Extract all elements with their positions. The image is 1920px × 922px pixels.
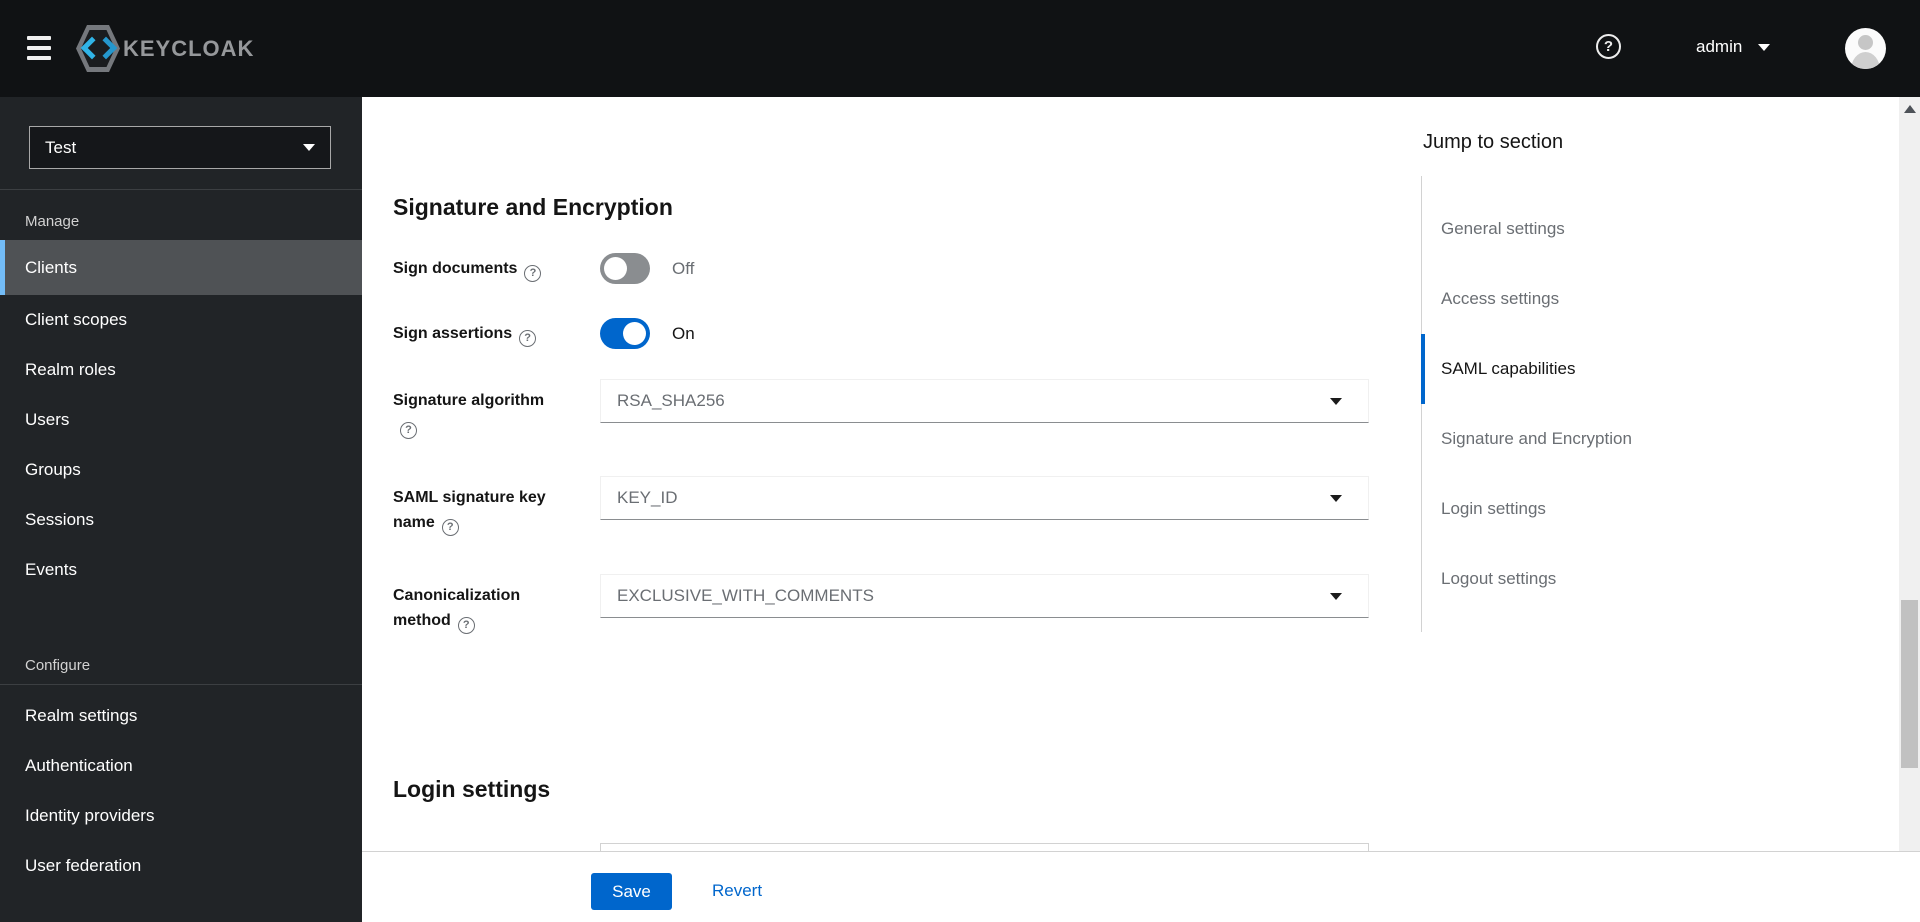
help-icon[interactable]: ? bbox=[400, 422, 417, 439]
jump-link-signature-and-encryption[interactable]: Signature and Encryption bbox=[1422, 404, 1751, 474]
field-label-text: Signature algorithm bbox=[393, 392, 545, 409]
jump-panel: Jump to section General settings Access s… bbox=[1421, 130, 1751, 632]
jump-link-logout-settings[interactable]: Logout settings bbox=[1422, 544, 1751, 614]
jump-link-access-settings[interactable]: Access settings bbox=[1422, 264, 1751, 334]
field-label-text: SAML signature key name bbox=[393, 489, 546, 531]
user-name: admin bbox=[1696, 37, 1743, 56]
sign-assertions-switch[interactable] bbox=[600, 318, 650, 349]
app-root: KEYCLOAK ? admin Test Manage Clients Clien… bbox=[0, 0, 1920, 922]
chevron-down-icon bbox=[1330, 494, 1342, 502]
help-icon[interactable]: ? bbox=[524, 265, 542, 282]
field-label: SAML signature key name? bbox=[393, 476, 555, 536]
keycloak-logo: KEYCLOAK bbox=[76, 25, 254, 72]
sidebar-item-users[interactable]: Users bbox=[0, 395, 362, 445]
sign-documents-switch[interactable] bbox=[600, 253, 650, 284]
switch-knob bbox=[623, 322, 646, 345]
sidebar-item-client-scopes[interactable]: Client scopes bbox=[0, 295, 362, 345]
chevron-down-icon bbox=[1330, 397, 1342, 405]
nav-section-configure: Configure Realm settings Authentication Ide… bbox=[0, 633, 362, 891]
select-value: KEY_ID bbox=[617, 488, 678, 507]
switch-state-label: On bbox=[672, 324, 695, 343]
help-icon[interactable]: ? bbox=[441, 519, 459, 536]
save-button[interactable]: Save bbox=[591, 873, 672, 910]
sidebar-item-realm-roles[interactable]: Realm roles bbox=[0, 345, 362, 395]
brand-text: KEYCLOAK bbox=[123, 35, 255, 61]
help-icon[interactable]: ? bbox=[519, 330, 537, 347]
realm-selector-value: Test bbox=[45, 137, 77, 157]
main-content: Signature and Encryption Sign documents?… bbox=[362, 97, 1920, 922]
sidebar-item-user-federation[interactable]: User federation bbox=[0, 841, 362, 891]
signature-algorithm-select[interactable]: RSA_SHA256 bbox=[600, 379, 1369, 423]
jump-links: General settings Access settings SAML capa… bbox=[1421, 176, 1751, 632]
nav-section-title: Configure bbox=[25, 657, 91, 674]
sidebar-item-identity-providers[interactable]: Identity providers bbox=[0, 791, 362, 841]
sidebar-nav: Manage Clients Client scopes Realm roles Use… bbox=[0, 189, 362, 891]
field-label: Sign assertions? bbox=[393, 318, 555, 349]
field-control: RSA_SHA256 bbox=[600, 379, 1369, 423]
avatar[interactable] bbox=[1845, 28, 1886, 69]
field-control: On bbox=[600, 318, 1369, 349]
next-section-title: Login settings bbox=[393, 776, 551, 802]
switch-knob bbox=[604, 257, 627, 280]
chevron-down-icon bbox=[1330, 592, 1342, 600]
field-control: KEY_ID bbox=[600, 476, 1369, 520]
jump-link-general-settings[interactable]: General settings bbox=[1422, 194, 1751, 264]
sidebar-item-realm-settings[interactable]: Realm settings bbox=[0, 691, 362, 741]
revert-link[interactable]: Revert bbox=[712, 881, 762, 901]
scrollbar-thumb[interactable] bbox=[1901, 600, 1918, 768]
sidebar-item-events[interactable]: Events bbox=[0, 545, 362, 595]
chevron-down-icon bbox=[1758, 43, 1771, 51]
jump-link-login-settings[interactable]: Login settings bbox=[1422, 474, 1751, 544]
chevron-down-icon bbox=[303, 144, 315, 151]
help-icon[interactable]: ? bbox=[457, 617, 475, 634]
nav-section-manage: Manage Clients Client scopes Realm roles Use… bbox=[0, 189, 362, 595]
saml-signature-key-name-select[interactable]: KEY_ID bbox=[600, 476, 1369, 520]
help-icon[interactable]: ? bbox=[1596, 34, 1621, 59]
nav-section-title: Manage bbox=[25, 213, 80, 230]
field-label: Canonicalization method? bbox=[393, 574, 555, 634]
jump-link-saml-capabilities[interactable]: SAML capabilities bbox=[1421, 334, 1751, 404]
sidebar: Test Manage Clients Client scopes Realm rol… bbox=[0, 97, 362, 922]
sidebar-item-clients[interactable]: Clients bbox=[0, 240, 362, 295]
canonicalization-method-select[interactable]: EXCLUSIVE_WITH_COMMENTS bbox=[600, 574, 1369, 618]
field-label: Signature algorithm? bbox=[393, 379, 555, 439]
field-label-text: Canonicalization method bbox=[393, 587, 521, 629]
keycloak-logo-icon bbox=[76, 25, 120, 72]
field-control: Off bbox=[600, 253, 1369, 284]
scrollbar[interactable] bbox=[1899, 97, 1920, 851]
sidebar-item-authentication[interactable]: Authentication bbox=[0, 741, 362, 791]
section-title: Signature and Encryption bbox=[393, 194, 673, 220]
scroll-up-arrow-icon[interactable] bbox=[1904, 105, 1916, 113]
switch-state-label: Off bbox=[672, 259, 695, 278]
jump-panel-title: Jump to section bbox=[1423, 131, 1564, 153]
divider bbox=[0, 684, 362, 685]
sidebar-item-sessions[interactable]: Sessions bbox=[0, 495, 362, 545]
realm-selector[interactable]: Test bbox=[29, 126, 331, 169]
sidebar-item-groups[interactable]: Groups bbox=[0, 445, 362, 495]
field-label: Sign documents? bbox=[393, 253, 555, 284]
nav-toggle-hamburger-icon[interactable] bbox=[27, 35, 53, 61]
select-value: RSA_SHA256 bbox=[617, 391, 725, 410]
form-actions-bar: Save Revert bbox=[362, 851, 1920, 922]
field-label-text: Sign documents bbox=[393, 260, 518, 277]
select-value: EXCLUSIVE_WITH_COMMENTS bbox=[617, 586, 874, 605]
field-label-text: Sign assertions bbox=[393, 325, 513, 342]
app-header: KEYCLOAK ? admin bbox=[0, 0, 1920, 97]
user-menu-dropdown[interactable]: admin bbox=[1696, 37, 1771, 57]
field-control: EXCLUSIVE_WITH_COMMENTS bbox=[600, 574, 1369, 618]
